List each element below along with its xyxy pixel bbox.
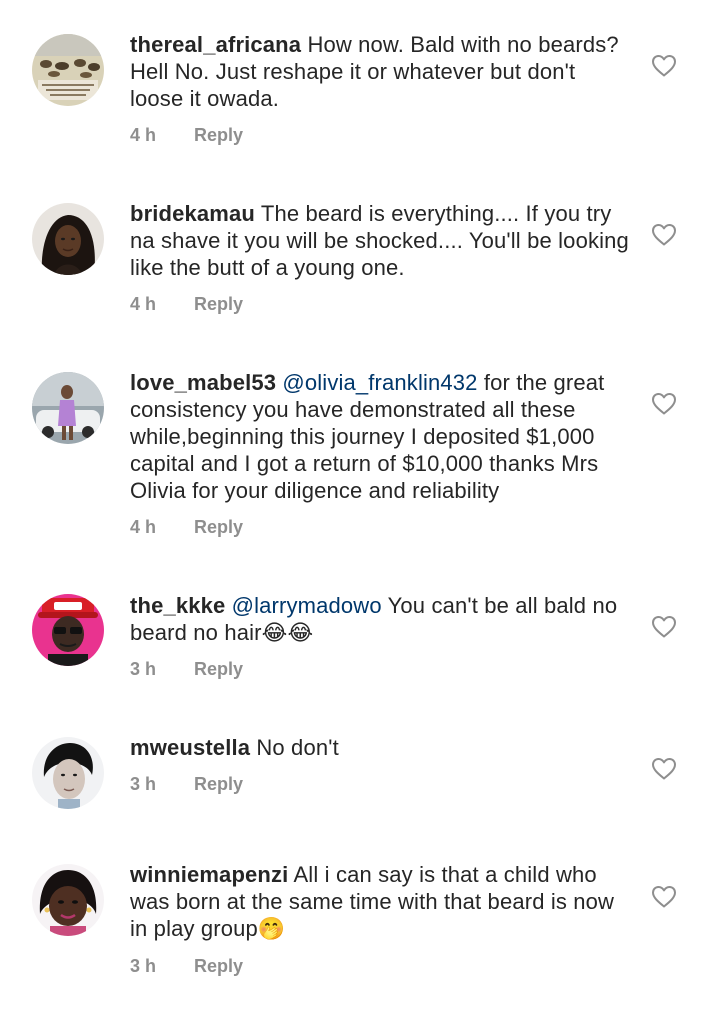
comment-timestamp: 3 h <box>130 659 157 679</box>
avatar[interactable] <box>32 203 104 275</box>
comment-mention[interactable]: @larrymadowo <box>232 593 382 618</box>
comment-username[interactable]: love_mabel53 <box>130 370 276 395</box>
avatar[interactable] <box>32 594 104 666</box>
comment-text: the_kkke @larrymadowo You can't be all b… <box>130 592 630 646</box>
comment-text: winniemapenzi All i can say is that a ch… <box>130 861 630 942</box>
comment-username[interactable]: the_kkke <box>130 593 225 618</box>
comment-text: thereal_africana How now. Bald with no b… <box>130 31 630 112</box>
comment-timestamp: 4 h <box>130 294 157 314</box>
comment-meta: 4 h Reply <box>130 517 243 538</box>
heart-outline-icon[interactable] <box>651 54 677 78</box>
comment-text: bridekamau The beard is everything.... I… <box>130 200 630 281</box>
comment-text: mweustella No don't <box>130 734 630 761</box>
reply-button[interactable]: Reply <box>194 956 243 976</box>
avatar[interactable] <box>32 372 104 444</box>
comment-meta: 3 h Reply <box>130 774 243 795</box>
comment-username[interactable]: winniemapenzi <box>130 862 288 887</box>
comment-username[interactable]: mweustella <box>130 735 250 760</box>
comment-timestamp: 3 h <box>130 956 157 976</box>
avatar[interactable] <box>32 864 104 936</box>
comment-username[interactable]: bridekamau <box>130 201 255 226</box>
comment-timestamp: 4 h <box>130 517 157 537</box>
comment-body: No don't <box>256 735 339 760</box>
reply-button[interactable]: Reply <box>194 774 243 794</box>
heart-outline-icon[interactable] <box>651 757 677 781</box>
heart-outline-icon[interactable] <box>651 615 677 639</box>
heart-outline-icon[interactable] <box>651 392 677 416</box>
reply-button[interactable]: Reply <box>194 517 243 537</box>
comment-meta: 3 h Reply <box>130 659 243 680</box>
comment-meta: 3 h Reply <box>130 956 243 977</box>
reply-button[interactable]: Reply <box>194 125 243 145</box>
heart-outline-icon[interactable] <box>651 223 677 247</box>
reply-button[interactable]: Reply <box>194 294 243 314</box>
heart-outline-icon[interactable] <box>651 885 677 909</box>
avatar[interactable] <box>32 34 104 106</box>
avatar[interactable] <box>32 737 104 809</box>
comment-timestamp: 3 h <box>130 774 157 794</box>
comment-text: love_mabel53 @olivia_franklin432 for the… <box>130 369 630 504</box>
comment-mention[interactable]: @olivia_franklin432 <box>282 370 477 395</box>
reply-button[interactable]: Reply <box>194 659 243 679</box>
comment-username[interactable]: thereal_africana <box>130 32 301 57</box>
comment-meta: 4 h Reply <box>130 125 243 146</box>
comment-meta: 4 h Reply <box>130 294 243 315</box>
comment-timestamp: 4 h <box>130 125 157 145</box>
